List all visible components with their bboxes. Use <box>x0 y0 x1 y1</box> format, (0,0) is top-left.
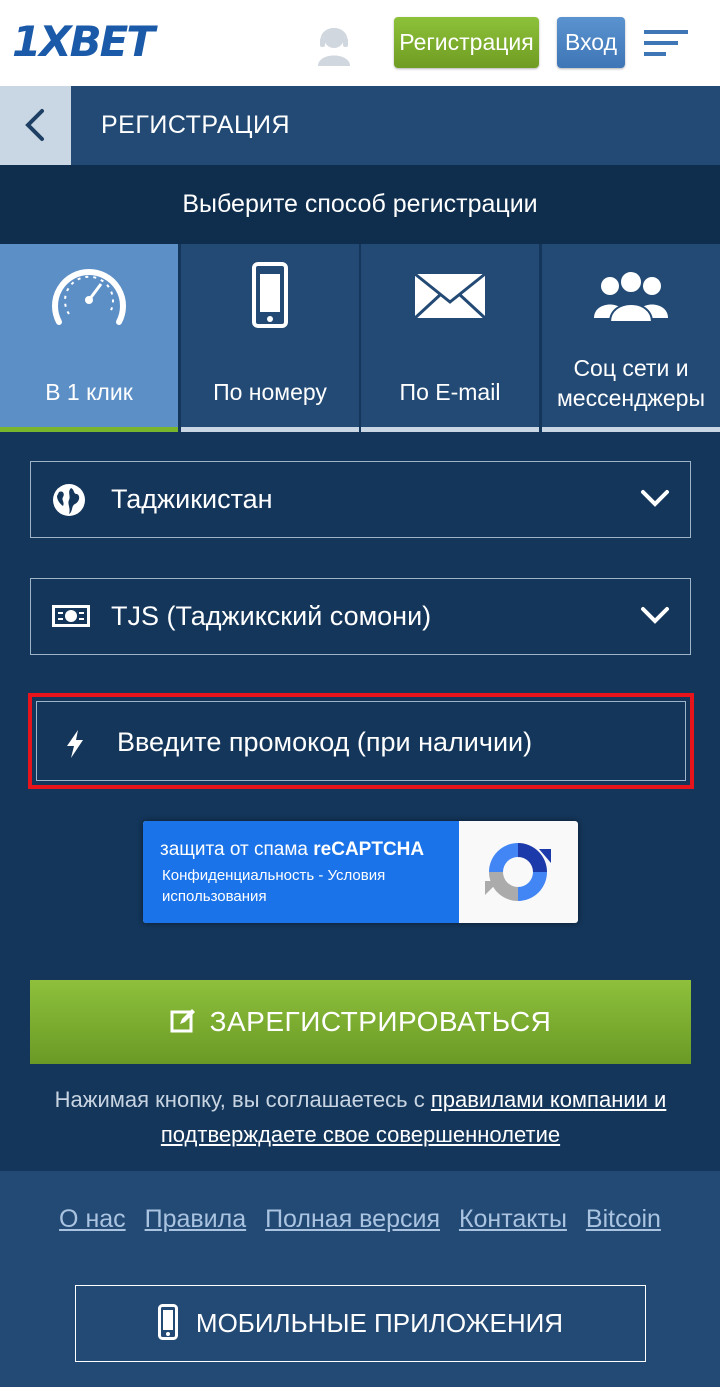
phone-icon <box>252 262 288 328</box>
submit-label: ЗАРЕГИСТРИРОВАТЬСЯ <box>209 1006 552 1037</box>
chevron-down-icon <box>641 490 669 507</box>
page-footer: О нас Правила Полная версия Контакты Bit… <box>0 1171 720 1387</box>
footer-link-full-version[interactable]: Полная версия <box>265 1205 440 1233</box>
currency-value: TJS (Таджикский сомони) <box>111 601 432 631</box>
back-button[interactable] <box>0 86 71 165</box>
tab-label: В 1 клик <box>45 379 133 405</box>
recaptcha-badge[interactable]: защита от спама reCAPTCHA Конфиденциальн… <box>143 821 578 923</box>
tab-by-phone[interactable]: По номеру <box>181 244 359 432</box>
header-register-button[interactable]: Регистрация <box>394 17 539 68</box>
country-select[interactable]: Таджикистан <box>30 461 691 538</box>
envelope-icon <box>413 272 487 320</box>
footer-link-about[interactable]: О нас <box>59 1205 126 1233</box>
country-value: Таджикистан <box>111 484 273 514</box>
banknote-icon <box>52 605 90 627</box>
people-icon <box>594 270 668 323</box>
header-login-button[interactable]: Вход <box>557 17 625 68</box>
page-title: РЕГИСТРАЦИЯ <box>101 111 291 139</box>
tab-label: По E-mail <box>399 379 501 405</box>
footer-link-bitcoin[interactable]: Bitcoin <box>586 1205 661 1233</box>
promo-code-input[interactable] <box>117 702 677 782</box>
recaptcha-title-prefix: защита от спама <box>160 839 314 860</box>
recaptcha-brand: reCAPTCHA <box>313 839 425 860</box>
recaptcha-logo-icon <box>485 843 551 901</box>
recaptcha-links[interactable]: Конфиденциальность - Условия использован… <box>162 865 452 907</box>
logo-bet: BET <box>69 17 155 66</box>
registration-method-tabs: В 1 клик По номеру По E-mail Соц сети и … <box>0 244 720 432</box>
footer-links: О нас Правила Полная версия Контакты Bit… <box>0 1205 720 1234</box>
chevron-left-icon <box>25 109 44 141</box>
logo-x: X <box>39 17 71 66</box>
mobile-apps-label: МОБИЛЬНЫЕ ПРИЛОЖЕНИЯ <box>195 1308 564 1338</box>
tab-label: Соц сети и мессенджеры <box>556 355 706 411</box>
hamburger-menu-icon[interactable] <box>644 28 688 58</box>
tab-social-messengers[interactable]: Соц сети и мессенджеры <box>542 244 720 432</box>
page-titlebar: РЕГИСТРАЦИЯ <box>0 86 720 165</box>
footer-link-rules[interactable]: Правила <box>145 1205 247 1233</box>
registration-method-heading: Выберите способ регистрации <box>0 165 720 244</box>
speedometer-icon <box>52 269 126 325</box>
submit-register-button[interactable]: ЗАРЕГИСТРИРОВАТЬСЯ <box>30 980 691 1064</box>
brand-logo[interactable]: 1XBET <box>12 17 155 66</box>
chevron-down-icon <box>641 607 669 624</box>
support-agent-icon[interactable] <box>312 22 356 66</box>
recaptcha-text-panel: защита от спама reCAPTCHA Конфиденциальн… <box>143 821 459 923</box>
promo-code-highlight <box>28 693 694 789</box>
agree-prefix: Нажимая кнопку, вы соглашаетесь с <box>54 1087 431 1112</box>
currency-select[interactable]: TJS (Таджикский сомони) <box>30 578 691 655</box>
promo-code-field[interactable] <box>36 701 686 782</box>
mobile-apps-button[interactable]: МОБИЛЬНЫЕ ПРИЛОЖЕНИЯ <box>75 1285 646 1362</box>
lightning-icon <box>67 730 83 758</box>
tab-one-click[interactable]: В 1 клик <box>0 244 178 432</box>
smartphone-icon <box>157 1304 178 1341</box>
terms-agreement: Нажимая кнопку, вы соглашаетесь с правил… <box>30 1082 691 1152</box>
tab-by-email[interactable]: По E-mail <box>361 244 539 432</box>
globe-icon <box>53 484 85 516</box>
tab-label: По номеру <box>213 379 327 405</box>
edit-icon <box>170 1008 195 1033</box>
logo-one: 1 <box>12 17 41 66</box>
recaptcha-title: защита от спама reCAPTCHA <box>160 839 424 861</box>
footer-link-contacts[interactable]: Контакты <box>459 1205 567 1233</box>
top-header: 1XBET Регистрация Вход <box>0 0 720 86</box>
